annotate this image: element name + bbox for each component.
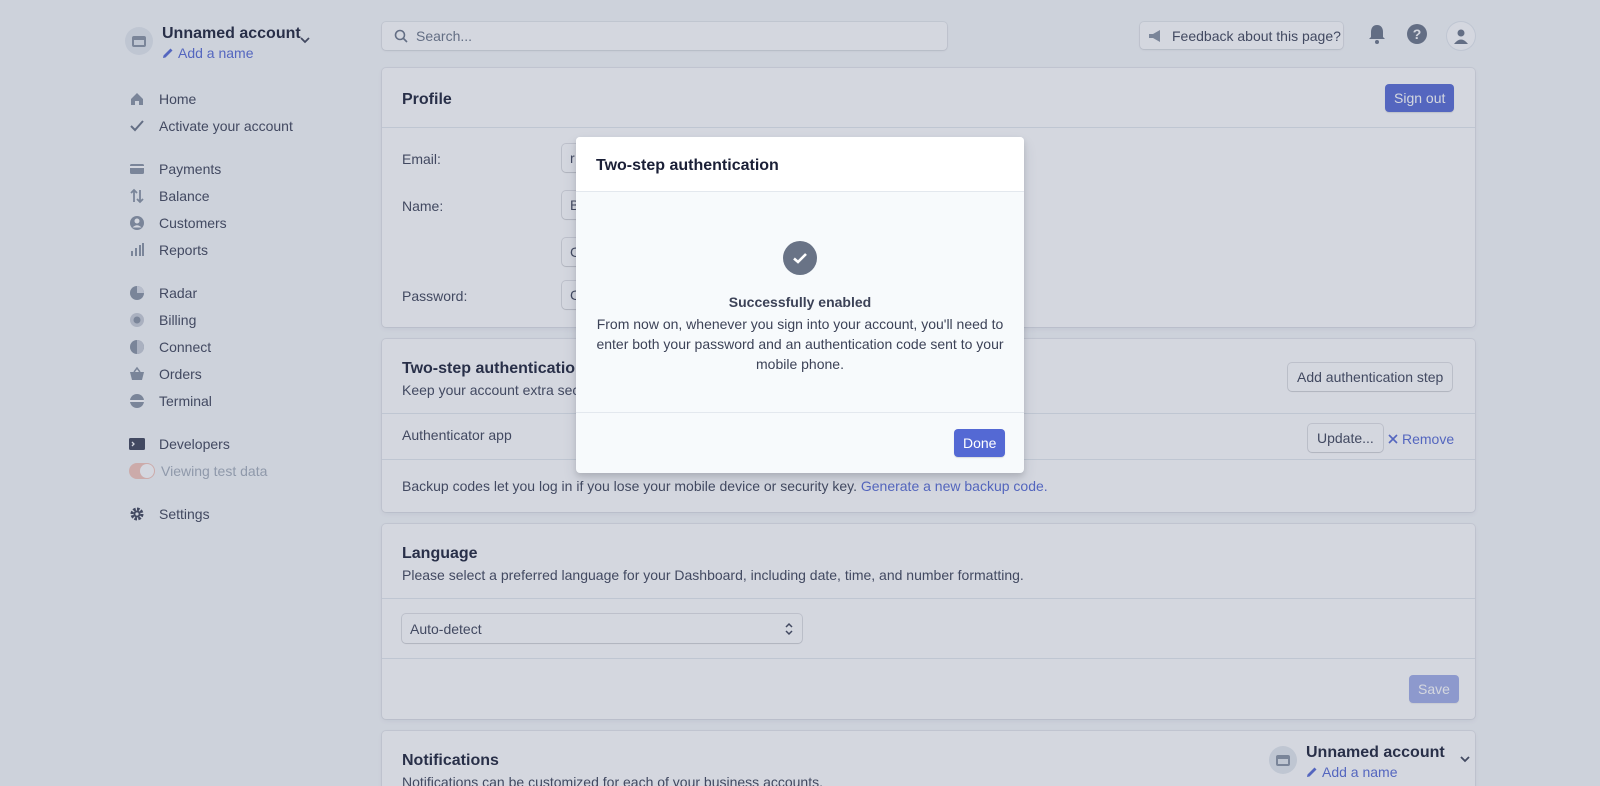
two-step-success-dialog: Two-step authentication Successfully ena…: [576, 137, 1024, 473]
dialog-status: Successfully enabled: [728, 294, 872, 310]
done-button[interactable]: Done: [954, 429, 1006, 457]
success-check-icon: [783, 241, 817, 275]
dialog-body: Successfully enabled From now on, whenev…: [576, 193, 1024, 409]
dialog-footer: Done: [576, 412, 1024, 473]
dialog-description: From now on, whenever you sign into your…: [596, 316, 1004, 372]
dialog-title: Two-step authentication: [576, 137, 1024, 192]
